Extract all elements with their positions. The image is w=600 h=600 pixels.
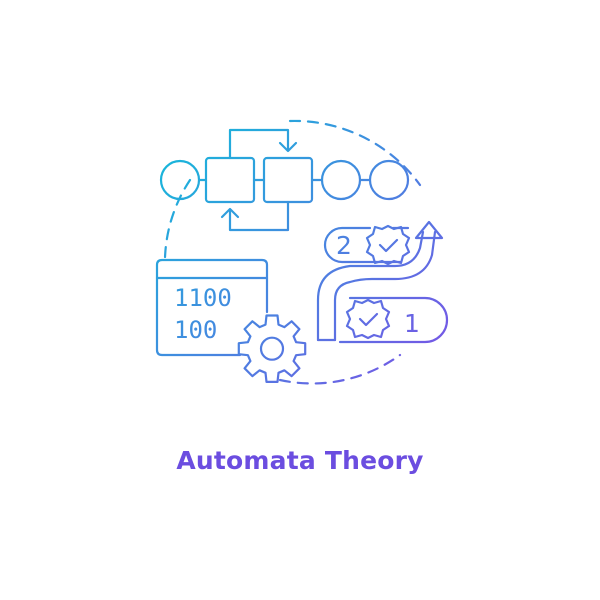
check-badge-icon: [365, 224, 411, 266]
dashed-circle-left: [163, 178, 192, 260]
step-number-lower: 1: [404, 309, 420, 338]
binary-line-1: 1100: [174, 284, 232, 312]
icon-card: 1100 100 2 1 Automata Theory: [0, 0, 600, 600]
binary-line-2: 100: [174, 316, 217, 344]
dashed-circle-right: [288, 119, 422, 187]
gear-icon: [237, 314, 307, 383]
state-machine-icon: [159, 128, 410, 232]
caption-title: Automata Theory: [176, 446, 424, 475]
automata-theory-illustration: 1100 100 2 1: [155, 119, 449, 385]
check-badge-icon: [345, 298, 391, 340]
step-number-upper: 2: [336, 231, 352, 260]
